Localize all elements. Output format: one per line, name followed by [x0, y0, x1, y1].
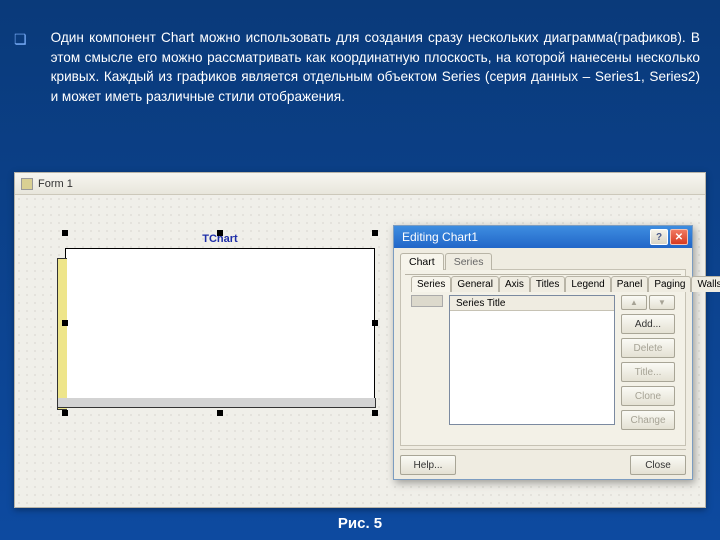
subtab-walls[interactable]: Walls [691, 276, 720, 292]
editing-chart-dialog: Editing Chart1 ? ✕ Chart Series Series G… [393, 225, 693, 480]
slide: ❏ Один компонент Chart можно использоват… [0, 0, 720, 540]
series-down-button[interactable]: ▼ [649, 295, 675, 310]
dialog-bottom-bar: Help... Close [400, 449, 686, 473]
form-designer: Form 1 TChart Editing Chart1 [14, 172, 706, 508]
form-titlebar: Form 1 [15, 173, 705, 195]
resize-handle[interactable] [217, 410, 223, 416]
resize-handle[interactable] [62, 320, 68, 326]
help-button[interactable]: Help... [400, 455, 456, 475]
close-icon[interactable]: ✕ [670, 229, 688, 245]
bullet-text: Один компонент Chart можно использовать … [51, 28, 700, 107]
resize-handle[interactable] [62, 230, 68, 236]
tchart-plot-area [65, 248, 375, 400]
change-button[interactable]: Change [621, 410, 675, 430]
resize-handle[interactable] [62, 410, 68, 416]
series-swatch-col [411, 295, 443, 441]
series-list-header: Series Title [450, 296, 614, 311]
series-buttons: ▲ ▼ Add... Delete Title... Clone Change [621, 295, 675, 441]
bullet-icon: ❏ [14, 29, 27, 107]
resize-handle[interactable] [372, 230, 378, 236]
close-button[interactable]: Close [630, 455, 686, 475]
help-icon[interactable]: ? [650, 229, 668, 245]
tchart-component[interactable]: TChart [65, 233, 375, 413]
tabs-sub: Series General Axis Titles Legend Panel … [405, 274, 681, 291]
subtab-panel[interactable]: Panel [611, 276, 649, 292]
delete-button[interactable]: Delete [621, 338, 675, 358]
tabs-top: Chart Series [394, 248, 692, 269]
resize-handle[interactable] [372, 320, 378, 326]
series-color-swatch[interactable] [411, 295, 443, 307]
subtab-titles[interactable]: Titles [530, 276, 566, 292]
dialog-titlebar[interactable]: Editing Chart1 ? ✕ [394, 226, 692, 248]
figure-caption: Рис. 5 [0, 515, 720, 532]
resize-handle[interactable] [372, 410, 378, 416]
subtab-series[interactable]: Series [411, 276, 451, 292]
dialog-title: Editing Chart1 [402, 230, 478, 244]
clone-button[interactable]: Clone [621, 386, 675, 406]
bullet-block: ❏ Один компонент Chart можно использоват… [14, 28, 700, 107]
subtab-paging[interactable]: Paging [648, 276, 691, 292]
title-button[interactable]: Title... [621, 362, 675, 382]
tab-series-top[interactable]: Series [445, 253, 493, 270]
add-button[interactable]: Add... [621, 314, 675, 334]
tab-chart[interactable]: Chart [400, 253, 444, 270]
subtab-legend[interactable]: Legend [565, 276, 610, 292]
resize-handle[interactable] [217, 230, 223, 236]
form-title: Form 1 [38, 178, 73, 190]
series-up-button[interactable]: ▲ [621, 295, 647, 310]
form-canvas[interactable]: TChart Editing Chart1 ? ✕ [15, 195, 705, 507]
subtab-axis[interactable]: Axis [499, 276, 530, 292]
series-area: Series Title ▲ ▼ Add... Delete Title... [405, 291, 681, 441]
dialog-body: Chart Series Series General Axis Titles … [394, 248, 692, 479]
form-icon [21, 178, 33, 190]
series-list[interactable]: Series Title [449, 295, 615, 425]
sub-panel: Series General Axis Titles Legend Panel … [400, 269, 686, 446]
subtab-general[interactable]: General [451, 276, 499, 292]
